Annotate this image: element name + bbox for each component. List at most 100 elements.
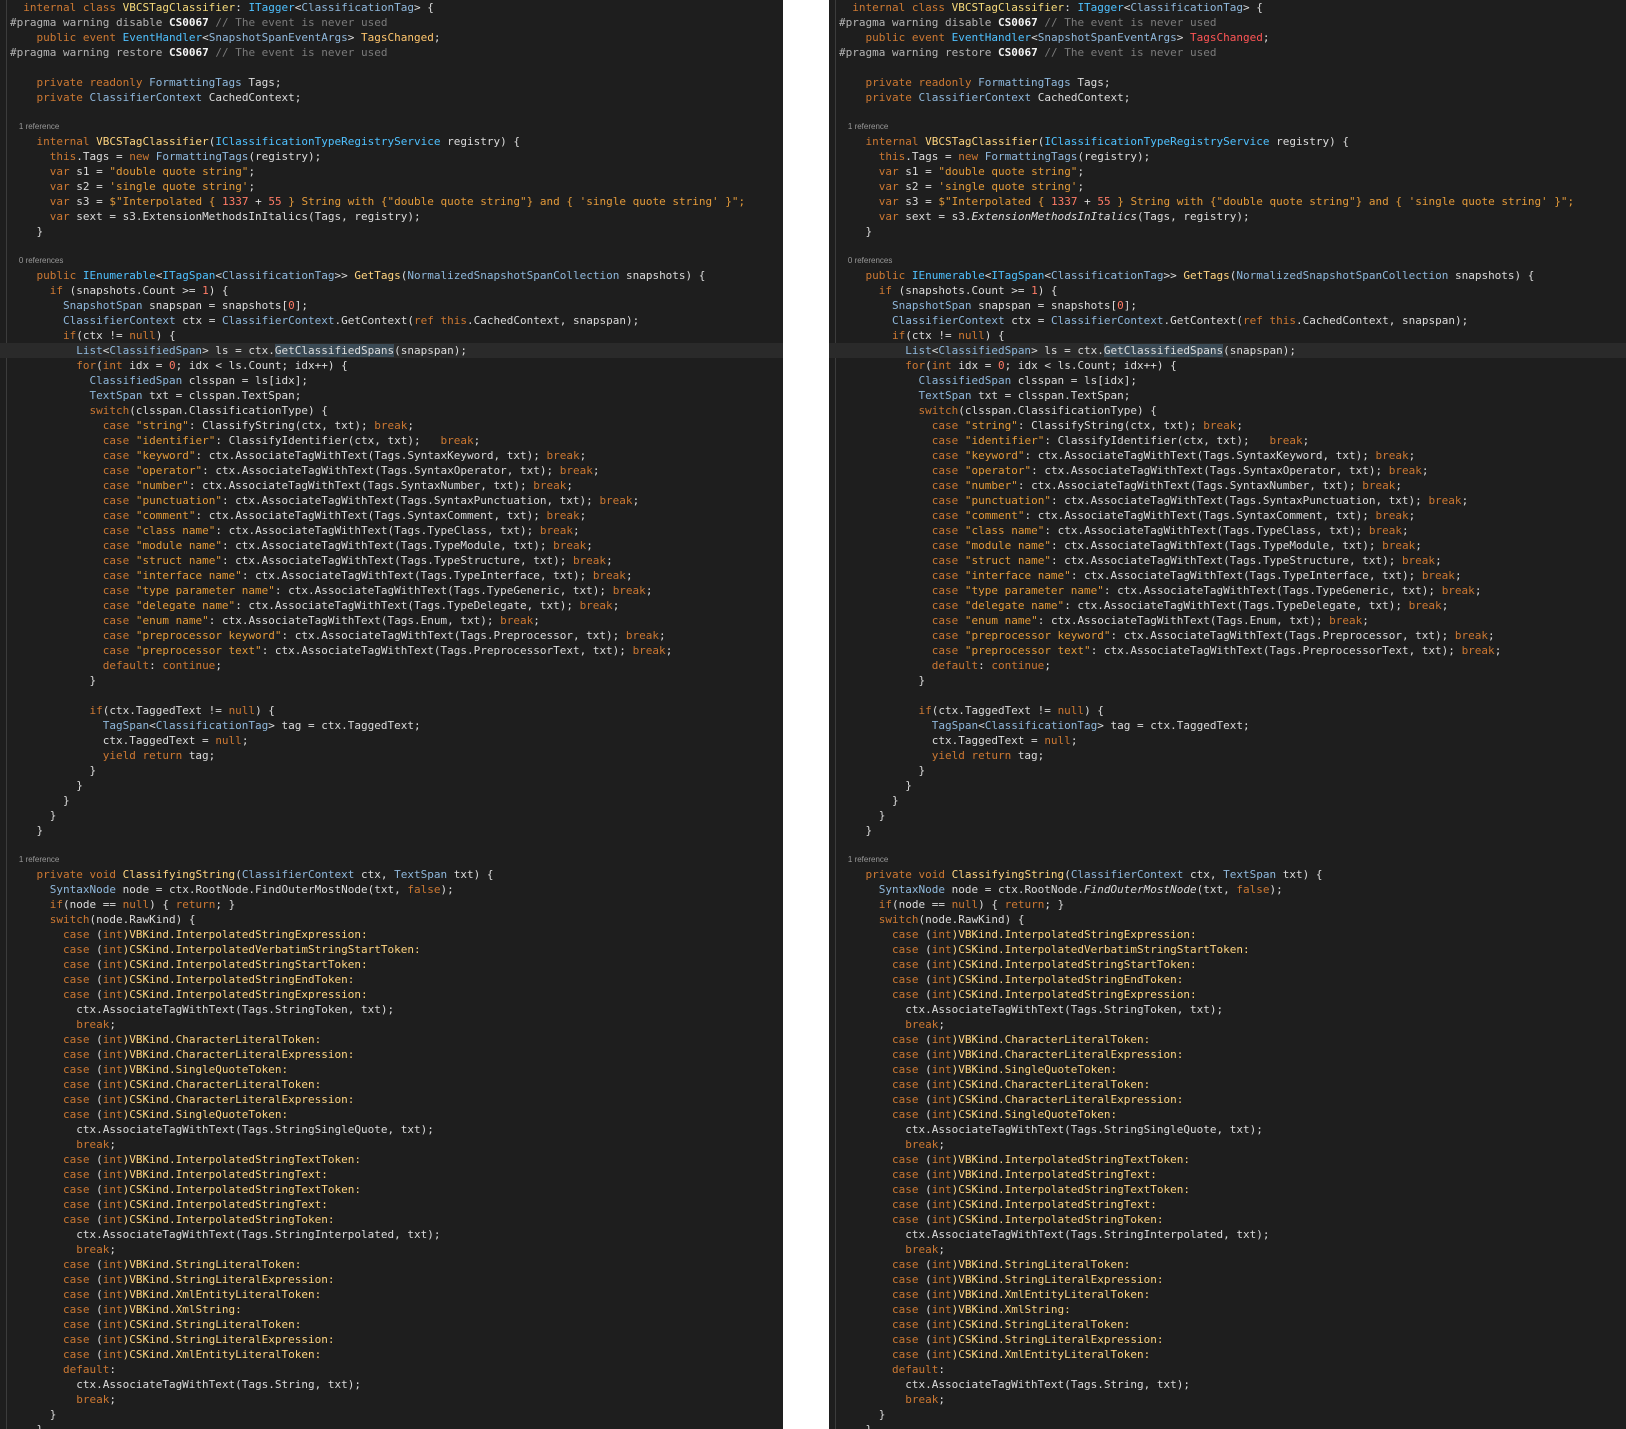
code-line[interactable]: case "operator": ctx.AssociateTagWithTex… [0, 463, 783, 478]
code-line[interactable]: ctx.AssociateTagWithText(Tags.StringSing… [0, 1122, 783, 1137]
code-line[interactable]: case (int)CSKind.InterpolatedStringEndTo… [829, 972, 1626, 987]
code-line[interactable] [829, 60, 1626, 75]
code-line[interactable]: case "keyword": ctx.AssociateTagWithText… [0, 448, 783, 463]
code-line[interactable] [0, 239, 783, 254]
code-line[interactable]: case (int)CSKind.InterpolatedStringStart… [829, 957, 1626, 972]
code-line[interactable]: List<ClassifiedSpan> ls = ctx.GetClassif… [829, 343, 1626, 358]
code-line[interactable]: case (int)CSKind.StringLiteralExpression… [0, 1332, 783, 1347]
code-line[interactable]: case (int)CSKind.InterpolatedVerbatimStr… [0, 942, 783, 957]
code-line[interactable]: List<ClassifiedSpan> ls = ctx.GetClassif… [0, 343, 783, 358]
code-line[interactable]: if(ctx.TaggedText != null) { [829, 703, 1626, 718]
code-line[interactable]: case "number": ctx.AssociateTagWithText(… [829, 478, 1626, 493]
code-line[interactable]: case (int)VBKind.CharacterLiteralExpress… [0, 1047, 783, 1062]
code-line[interactable]: ClassifierContext ctx = ClassifierContex… [0, 313, 783, 328]
code-line[interactable]: case (int)VBKind.XmlString: [0, 1302, 783, 1317]
code-line[interactable]: case "identifier": ClassifyIdentifier(ct… [0, 433, 783, 448]
code-line[interactable]: for(int idx = 0; idx < ls.Count; idx++) … [829, 358, 1626, 373]
code-line[interactable]: } [0, 1407, 783, 1422]
code-line[interactable]: ctx.TaggedText = null; [0, 733, 783, 748]
code-line[interactable]: ctx.AssociateTagWithText(Tags.StringInte… [0, 1227, 783, 1242]
code-line[interactable]: private ClassifierContext CachedContext; [829, 90, 1626, 105]
code-line[interactable]: SyntaxNode node = ctx.RootNode.FindOuter… [0, 882, 783, 897]
code-line[interactable]: #pragma warning restore CS0067 // The ev… [829, 45, 1626, 60]
code-line[interactable]: this.Tags = new FormattingTags(registry)… [829, 149, 1626, 164]
code-line[interactable]: switch(clsspan.ClassificationType) { [829, 403, 1626, 418]
code-line[interactable]: case (int)CSKind.SingleQuoteToken: [829, 1107, 1626, 1122]
code-line[interactable]: case "module name": ctx.AssociateTagWith… [829, 538, 1626, 553]
reference-count-lens[interactable]: 1 reference [829, 120, 1626, 134]
code-line[interactable]: case (int)CSKind.InterpolatedStringText: [0, 1197, 783, 1212]
reference-count-lens[interactable]: 0 references [0, 254, 783, 268]
code-line[interactable]: case (int)CSKind.InterpolatedStringToken… [0, 1212, 783, 1227]
code-line[interactable]: break; [829, 1242, 1626, 1257]
code-line[interactable] [0, 688, 783, 703]
code-line[interactable]: } [0, 808, 783, 823]
code-line[interactable]: case (int)VBKind.CharacterLiteralToken: [0, 1032, 783, 1047]
code-line[interactable]: ClassifierContext ctx = ClassifierContex… [829, 313, 1626, 328]
code-line[interactable]: case (int)VBKind.XmlString: [829, 1302, 1626, 1317]
code-line[interactable]: case "string": ClassifyString(ctx, txt);… [0, 418, 783, 433]
code-line[interactable]: ctx.AssociateTagWithText(Tags.String, tx… [829, 1377, 1626, 1392]
code-line[interactable]: break; [0, 1137, 783, 1152]
code-line[interactable]: case "number": ctx.AssociateTagWithText(… [0, 478, 783, 493]
code-line[interactable]: case (int)CSKind.InterpolatedVerbatimStr… [829, 942, 1626, 957]
code-line[interactable]: case "delegate name": ctx.AssociateTagWi… [0, 598, 783, 613]
code-line[interactable]: case (int)VBKind.XmlEntityLiteralToken: [829, 1287, 1626, 1302]
reference-count-lens[interactable]: 1 reference [0, 853, 783, 867]
code-line[interactable]: case (int)VBKind.InterpolatedStringTextT… [829, 1152, 1626, 1167]
code-line[interactable]: } [0, 1422, 783, 1429]
code-line[interactable]: } [829, 763, 1626, 778]
code-line[interactable]: var sext = s3.ExtensionMethodsInItalics(… [0, 209, 783, 224]
code-line[interactable]: case (int)CSKind.XmlEntityLiteralToken: [0, 1347, 783, 1362]
code-line[interactable]: case "keyword": ctx.AssociateTagWithText… [829, 448, 1626, 463]
code-line[interactable]: var s1 = "double quote string"; [0, 164, 783, 179]
code-line[interactable]: case (int)VBKind.InterpolatedStringText: [0, 1167, 783, 1182]
code-line[interactable]: case (int)CSKind.StringLiteralExpression… [829, 1332, 1626, 1347]
code-line[interactable]: case "enum name": ctx.AssociateTagWithTe… [0, 613, 783, 628]
code-line[interactable]: case (int)CSKind.StringLiteralToken: [829, 1317, 1626, 1332]
code-line[interactable]: case "struct name": ctx.AssociateTagWith… [829, 553, 1626, 568]
code-line[interactable]: ctx.AssociateTagWithText(Tags.StringSing… [829, 1122, 1626, 1137]
code-line[interactable]: private void ClassifyingString(Classifie… [829, 867, 1626, 882]
code-line[interactable]: private void ClassifyingString(Classifie… [0, 867, 783, 882]
code-line[interactable]: var s2 = 'single quote string'; [829, 179, 1626, 194]
code-line[interactable]: public IEnumerable<ITagSpan<Classificati… [829, 268, 1626, 283]
code-line[interactable]: case (int)CSKind.CharacterLiteralExpress… [829, 1092, 1626, 1107]
code-line[interactable]: switch(node.RawKind) { [0, 912, 783, 927]
code-line[interactable]: SnapshotSpan snapspan = snapshots[0]; [829, 298, 1626, 313]
code-line[interactable]: case "preprocessor text": ctx.AssociateT… [829, 643, 1626, 658]
code-line[interactable]: for(int idx = 0; idx < ls.Count; idx++) … [0, 358, 783, 373]
code-line[interactable]: } [0, 763, 783, 778]
editor-pane-left[interactable]: internal class VBCSTagClassifier: ITagge… [0, 0, 783, 1429]
reference-count-lens[interactable]: 1 reference [0, 120, 783, 134]
code-line[interactable]: var s2 = 'single quote string'; [0, 179, 783, 194]
code-line[interactable]: TextSpan txt = clsspan.TextSpan; [829, 388, 1626, 403]
code-line[interactable] [829, 105, 1626, 120]
reference-count-lens[interactable]: 0 references [829, 254, 1626, 268]
code-line[interactable]: case (int)VBKind.InterpolatedStringTextT… [0, 1152, 783, 1167]
code-line[interactable]: case (int)VBKind.StringLiteralExpression… [0, 1272, 783, 1287]
code-line[interactable]: case (int)CSKind.StringLiteralToken: [0, 1317, 783, 1332]
code-line[interactable]: public event EventHandler<SnapshotSpanEv… [829, 30, 1626, 45]
code-line[interactable]: case (int)CSKind.SingleQuoteToken: [0, 1107, 783, 1122]
code-line[interactable]: ctx.AssociateTagWithText(Tags.StringToke… [0, 1002, 783, 1017]
code-line[interactable]: case (int)CSKind.InterpolatedStringStart… [0, 957, 783, 972]
code-line[interactable]: case "preprocessor keyword": ctx.Associa… [0, 628, 783, 643]
code-line[interactable]: } [829, 778, 1626, 793]
code-line[interactable]: internal class VBCSTagClassifier: ITagge… [829, 0, 1626, 15]
code-line[interactable]: if(node == null) { return; } [0, 897, 783, 912]
code-line[interactable]: ctx.AssociateTagWithText(Tags.StringToke… [829, 1002, 1626, 1017]
code-line[interactable]: SnapshotSpan snapspan = snapshots[0]; [0, 298, 783, 313]
code-line[interactable]: case (int)VBKind.StringLiteralToken: [829, 1257, 1626, 1272]
code-line[interactable]: yield return tag; [0, 748, 783, 763]
code-line[interactable]: } [829, 808, 1626, 823]
code-line[interactable]: var sext = s3.ExtensionMethodsInItalics(… [829, 209, 1626, 224]
code-line[interactable]: break; [0, 1242, 783, 1257]
code-line[interactable] [829, 838, 1626, 853]
code-line[interactable]: public IEnumerable<ITagSpan<Classificati… [0, 268, 783, 283]
code-line[interactable]: case (int)CSKind.InterpolatedStringToken… [829, 1212, 1626, 1227]
code-line[interactable]: case "module name": ctx.AssociateTagWith… [0, 538, 783, 553]
code-line[interactable]: switch(clsspan.ClassificationType) { [0, 403, 783, 418]
code-line[interactable]: case (int)CSKind.InterpolatedStringExpre… [829, 987, 1626, 1002]
code-line[interactable]: if (snapshots.Count >= 1) { [829, 283, 1626, 298]
